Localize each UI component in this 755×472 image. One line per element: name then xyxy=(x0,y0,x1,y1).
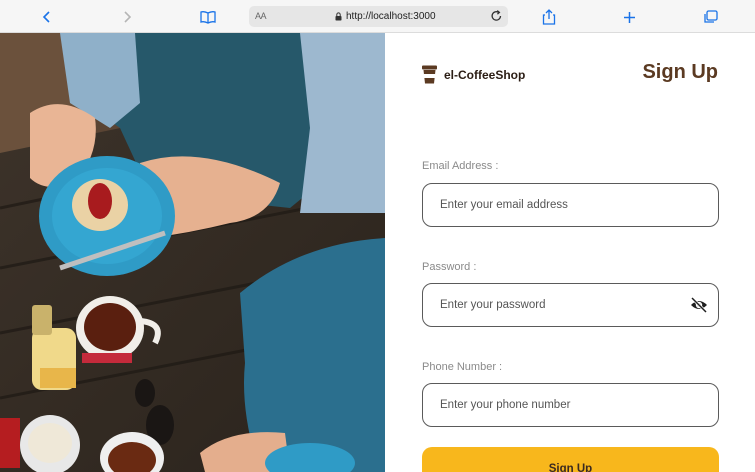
tabs-icon xyxy=(703,10,718,23)
tabs-button[interactable] xyxy=(699,6,721,28)
coffee-cup-icon xyxy=(422,65,437,84)
coffee-table-illustration xyxy=(0,33,385,472)
share-icon xyxy=(542,9,556,25)
forward-button[interactable] xyxy=(116,6,138,28)
phone-field[interactable] xyxy=(422,383,719,427)
email-label: Email Address : xyxy=(422,160,499,172)
eye-slash-icon[interactable] xyxy=(690,297,708,313)
new-tab-button[interactable] xyxy=(618,6,640,28)
phone-label: Phone Number : xyxy=(422,361,503,373)
hero-photo xyxy=(0,33,385,472)
browser-toolbar: AA http://localhost:3000 xyxy=(0,0,755,33)
signup-button[interactable]: Sign Up xyxy=(422,447,719,472)
new-tab-icon xyxy=(623,11,635,23)
bookmarks-icon xyxy=(200,11,216,24)
share-button[interactable] xyxy=(538,6,560,28)
brand-name: el-CoffeeShop xyxy=(444,67,526,82)
back-icon xyxy=(42,11,50,23)
password-label: Password : xyxy=(422,261,477,273)
email-input[interactable] xyxy=(440,184,680,226)
email-field[interactable] xyxy=(422,183,719,227)
signup-panel: el-CoffeeShop Sign Up Email Address : Pa… xyxy=(385,33,755,472)
password-field[interactable] xyxy=(422,283,719,327)
text-size-button[interactable]: AA xyxy=(255,11,267,21)
address-bar[interactable]: AA http://localhost:3000 xyxy=(249,6,508,27)
page-title: Sign Up xyxy=(642,61,718,83)
brand-logo[interactable]: el-CoffeeShop xyxy=(421,65,525,84)
phone-input[interactable] xyxy=(440,384,680,426)
back-button[interactable] xyxy=(36,6,58,28)
forward-icon xyxy=(124,11,132,23)
lock-icon xyxy=(335,12,342,21)
password-input[interactable] xyxy=(440,284,680,326)
reload-icon[interactable] xyxy=(490,9,503,23)
bookmarks-button[interactable] xyxy=(197,6,219,28)
url-text: http://localhost:3000 xyxy=(346,11,436,22)
